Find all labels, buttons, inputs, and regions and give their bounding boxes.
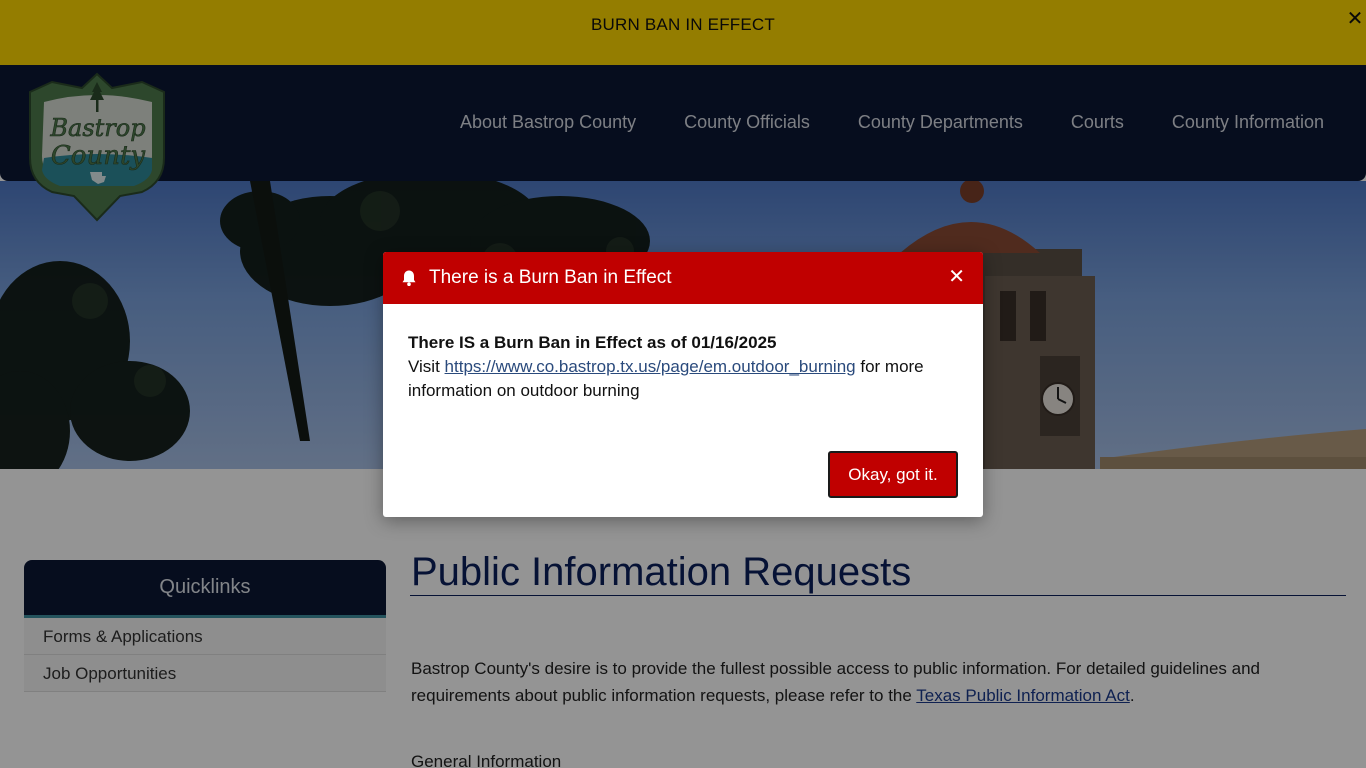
modal-message: Visit https://www.co.bastrop.tx.us/page/… [408, 355, 958, 403]
modal-close-icon[interactable]: ✕ [948, 267, 965, 287]
burn-ban-modal: There is a Burn Ban in Effect ✕ There IS… [383, 252, 983, 517]
visit-prefix: Visit [408, 357, 445, 376]
modal-body: There IS a Burn Ban in Effect as of 01/1… [383, 304, 983, 403]
outdoor-burning-link[interactable]: https://www.co.bastrop.tx.us/page/em.out… [445, 357, 856, 376]
modal-title: There is a Burn Ban in Effect [429, 267, 672, 288]
modal-header: There is a Burn Ban in Effect ✕ [383, 252, 983, 304]
bell-icon [400, 269, 418, 287]
okay-got-it-button[interactable]: Okay, got it. [828, 451, 958, 498]
modal-heading: There IS a Burn Ban in Effect as of 01/1… [408, 333, 777, 352]
